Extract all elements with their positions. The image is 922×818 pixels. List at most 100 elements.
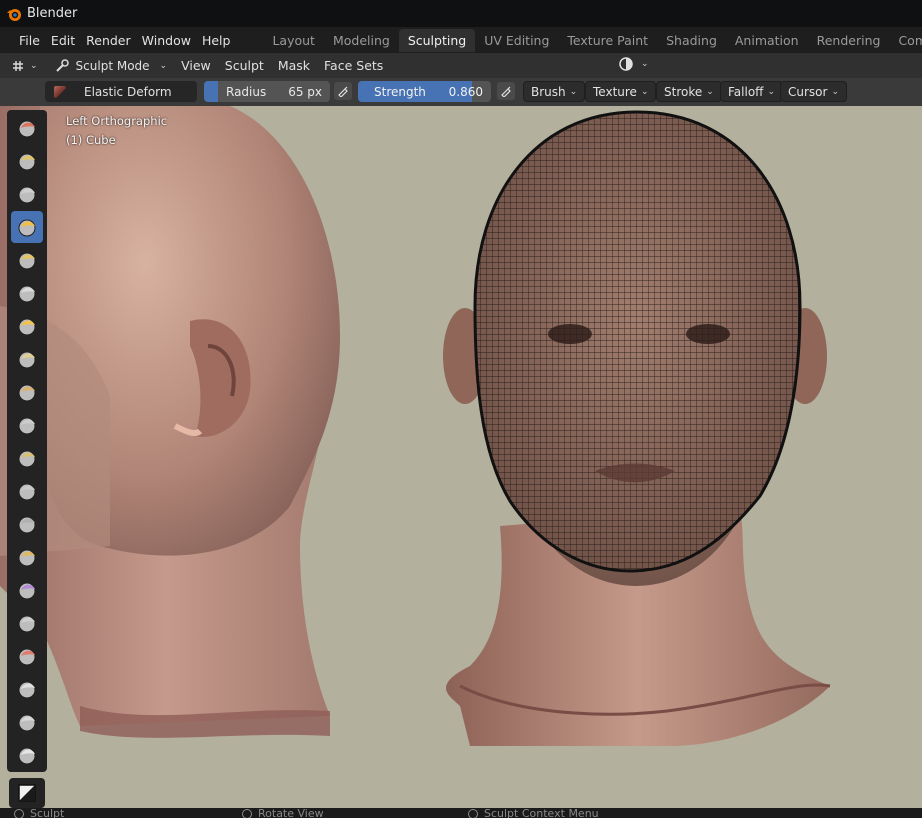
overlay-icon [619, 57, 633, 71]
menu-view[interactable]: View [181, 58, 211, 73]
menu-help[interactable]: Help [202, 33, 239, 48]
tool-crease[interactable] [11, 376, 43, 408]
menu-file[interactable]: File [19, 33, 48, 48]
radius-slider-fill [204, 81, 218, 102]
radius-value: 65 px [288, 84, 322, 99]
stroke-dropdown[interactable]: Stroke ⌄ [656, 81, 722, 102]
menu-render[interactable]: Render [86, 33, 139, 48]
chevron-down-icon: ⌄ [30, 60, 38, 71]
object-info: (1) Cube [66, 133, 116, 147]
strength-label: Strength [374, 84, 426, 99]
inflate-icon [18, 318, 36, 336]
status-middle: Rotate View [242, 808, 324, 818]
brush-selector[interactable]: Elastic Deform [45, 81, 197, 102]
status-left: Sculpt [14, 808, 64, 818]
snake-hook-icon [18, 681, 36, 699]
editor-type-button[interactable]: ⌄ [10, 58, 38, 74]
radius-label: Radius [226, 84, 267, 99]
brush-preview-icon [54, 85, 66, 98]
radius-slider[interactable]: Radius 65 px [204, 81, 330, 102]
menu-window[interactable]: Window [142, 33, 199, 48]
tool-shelf [7, 110, 47, 772]
tool-multiplane-scrape[interactable] [11, 541, 43, 573]
chevron-down-icon: ⌄ [641, 59, 649, 69]
tool-grab[interactable] [11, 607, 43, 639]
tool-smooth[interactable] [11, 409, 43, 441]
tool-clay[interactable] [11, 178, 43, 210]
transform-gizmo-icon [13, 60, 23, 71]
pen-pressure-icon [338, 86, 348, 97]
strength-value: 0.860 [448, 84, 483, 99]
tool-settings-bar: Elastic Deform Radius 65 px Strength 0.8… [0, 78, 922, 107]
crease-icon [18, 384, 36, 402]
tab-rendering[interactable]: Rendering [808, 29, 890, 52]
viewport-overlay-button[interactable]: ⌄ [618, 56, 649, 72]
scrape-icon [18, 516, 36, 534]
layer-icon [18, 285, 36, 303]
menu-face-sets[interactable]: Face Sets [324, 58, 383, 73]
tool-clay-strips[interactable] [11, 211, 43, 243]
clay-strips-icon [18, 219, 36, 237]
tool-blob[interactable] [11, 343, 43, 375]
workspace-tabs: Layout Modeling Sculpting UV Editing Tex… [263, 28, 922, 52]
cursor-dropdown[interactable]: Cursor ⌄ [780, 81, 847, 102]
status-right: Sculpt Context Menu [468, 808, 599, 818]
falloff-dropdown-label: Falloff [728, 84, 764, 99]
tab-modeling[interactable]: Modeling [324, 29, 399, 52]
chevron-down-icon: ⌄ [569, 86, 578, 97]
tool-elastic-deform[interactable] [11, 640, 43, 672]
tool-snake-hook[interactable] [11, 673, 43, 705]
tool-fill[interactable] [11, 475, 43, 507]
status-bar: Sculpt Rotate View Sculpt Context Menu [0, 808, 922, 818]
box-mask-icon [18, 784, 36, 802]
tab-shading[interactable]: Shading [657, 29, 726, 52]
menu-sculpt[interactable]: Sculpt [225, 58, 264, 73]
tab-compositing[interactable]: Compositing [889, 29, 922, 52]
strength-pressure-button[interactable] [497, 82, 515, 100]
chevron-down-icon: ⌄ [706, 86, 714, 97]
strength-slider[interactable]: Strength 0.860 [358, 81, 491, 102]
3d-viewport[interactable]: Left Orthographic (1) Cube [0, 106, 922, 808]
tool-scrape[interactable] [11, 508, 43, 540]
flatten-icon [18, 450, 36, 468]
mouse-middle-icon [242, 808, 252, 818]
status-right-label: Sculpt Context Menu [484, 808, 599, 818]
chevron-down-icon: ⌄ [831, 86, 839, 97]
mouse-left-icon [14, 808, 24, 818]
tool-pose[interactable] [11, 739, 43, 771]
status-middle-label: Rotate View [258, 808, 324, 818]
tool-layer[interactable] [11, 277, 43, 309]
fill-icon [18, 483, 36, 501]
mode-selector[interactable]: Sculpt Mode ⌄ [54, 58, 167, 74]
menu-edit[interactable]: Edit [51, 33, 83, 48]
pinch-icon [18, 582, 36, 600]
tab-texture-paint[interactable]: Texture Paint [558, 29, 657, 52]
tool-pinch[interactable] [11, 574, 43, 606]
mask-tool-button[interactable] [9, 778, 45, 808]
texture-dropdown[interactable]: Texture ⌄ [585, 81, 657, 102]
falloff-dropdown[interactable]: Falloff ⌄ [720, 81, 783, 102]
brush-name: Elastic Deform [84, 84, 172, 99]
tab-animation[interactable]: Animation [726, 29, 808, 52]
status-left-label: Sculpt [30, 808, 65, 818]
top-menu-bar: File Edit Render Window Help Layout Mode… [0, 27, 922, 53]
mouse-right-icon [468, 808, 478, 818]
grab-icon [18, 615, 36, 633]
smooth-icon [18, 417, 36, 435]
radius-pressure-button[interactable] [334, 82, 352, 100]
tool-flatten[interactable] [11, 442, 43, 474]
tool-draw-sharp[interactable] [11, 145, 43, 177]
reference-images-and-mesh [0, 106, 831, 746]
brush-dropdown-label: Brush [531, 84, 566, 99]
tool-inflate[interactable] [11, 310, 43, 342]
tool-thumb[interactable] [11, 706, 43, 738]
tool-clay-thumb[interactable] [11, 244, 43, 276]
brush-dropdown[interactable]: Brush ⌄ [523, 81, 586, 102]
tab-layout[interactable]: Layout [263, 29, 324, 52]
tab-uv-editing[interactable]: UV Editing [475, 29, 558, 52]
tab-sculpting[interactable]: Sculpting [398, 28, 476, 52]
tool-draw[interactable] [11, 112, 43, 144]
viewport-header: ⌄ Sculpt Mode ⌄ View Sculpt Mask Face Se… [0, 53, 922, 78]
menu-mask[interactable]: Mask [278, 58, 310, 73]
texture-dropdown-label: Texture [593, 84, 637, 99]
